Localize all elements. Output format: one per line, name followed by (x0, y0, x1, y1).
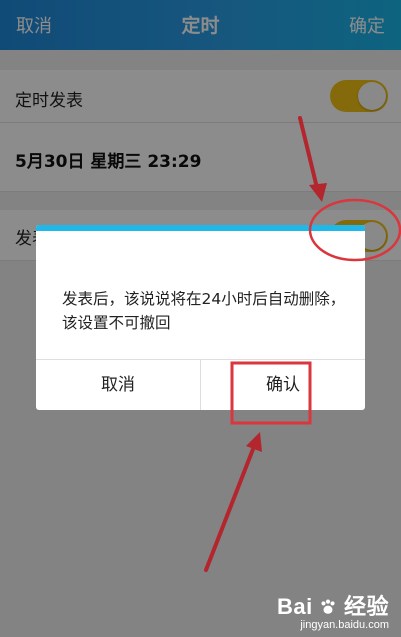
annotation-arrow-toggle (298, 116, 320, 194)
annotation-box-confirm (230, 361, 312, 425)
annotation-arrow-confirm (204, 442, 257, 572)
baidu-paw-icon (321, 599, 335, 614)
annotation-circle-toggle (308, 198, 401, 262)
watermark-brand: Bai 经验 (276, 594, 389, 619)
annotation-arrowhead-toggle (309, 183, 327, 202)
baidu-watermark: Bai 经验 jingyan.baidu.com (277, 589, 389, 631)
tutorial-annotations (204, 116, 401, 572)
annotation-arrowhead-confirm (246, 432, 262, 452)
